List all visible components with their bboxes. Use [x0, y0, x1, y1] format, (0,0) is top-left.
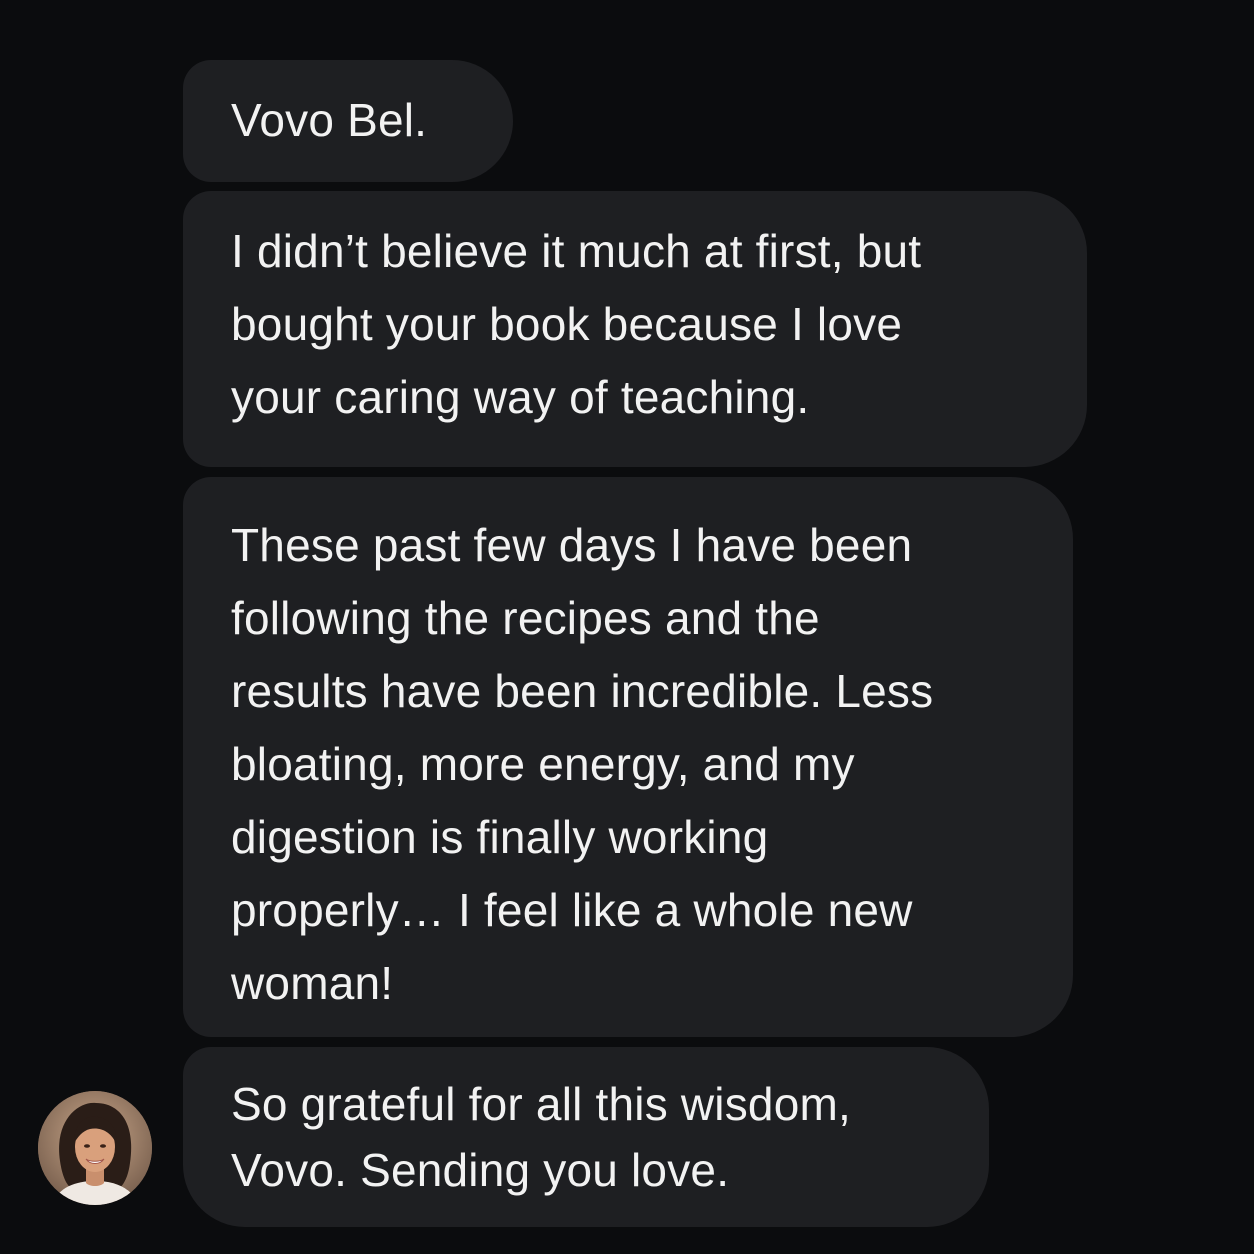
message-line: following the recipes and the	[231, 592, 820, 644]
message-bubble[interactable]: So grateful for all this wisdom, Vovo. S…	[183, 1047, 989, 1227]
message-bubble[interactable]: Vovo Bel.	[183, 60, 513, 182]
message-line: your caring way of teaching.	[231, 371, 810, 423]
message-text: Vovo Bel.	[231, 84, 473, 157]
message-line: Vovo. Sending you love.	[231, 1144, 730, 1196]
message-text: I didn’t believe it much at first, but b…	[231, 215, 1047, 434]
message-text: These past few days I have been followin…	[231, 509, 1033, 1020]
woman-portrait-avatar-icon	[38, 1091, 152, 1205]
message-line: These past few days I have been	[231, 519, 913, 571]
message-text: So grateful for all this wisdom, Vovo. S…	[231, 1071, 949, 1203]
sender-avatar[interactable]	[38, 1091, 152, 1205]
message-bubble[interactable]: These past few days I have been followin…	[183, 477, 1073, 1037]
message-bubble[interactable]: I didn’t believe it much at first, but b…	[183, 191, 1087, 467]
message-line: bloating, more energy, and my	[231, 738, 855, 790]
message-line: I didn’t believe it much at first, but	[231, 225, 922, 277]
message-line: digestion is finally working	[231, 811, 769, 863]
message-line: results have been incredible. Less	[231, 665, 934, 717]
message-line: properly… I feel like a whole new	[231, 884, 913, 936]
message-line: woman!	[231, 957, 394, 1009]
message-line: Vovo Bel.	[231, 94, 428, 146]
message-line: bought your book because I love	[231, 298, 903, 350]
message-line: So grateful for all this wisdom,	[231, 1078, 851, 1130]
